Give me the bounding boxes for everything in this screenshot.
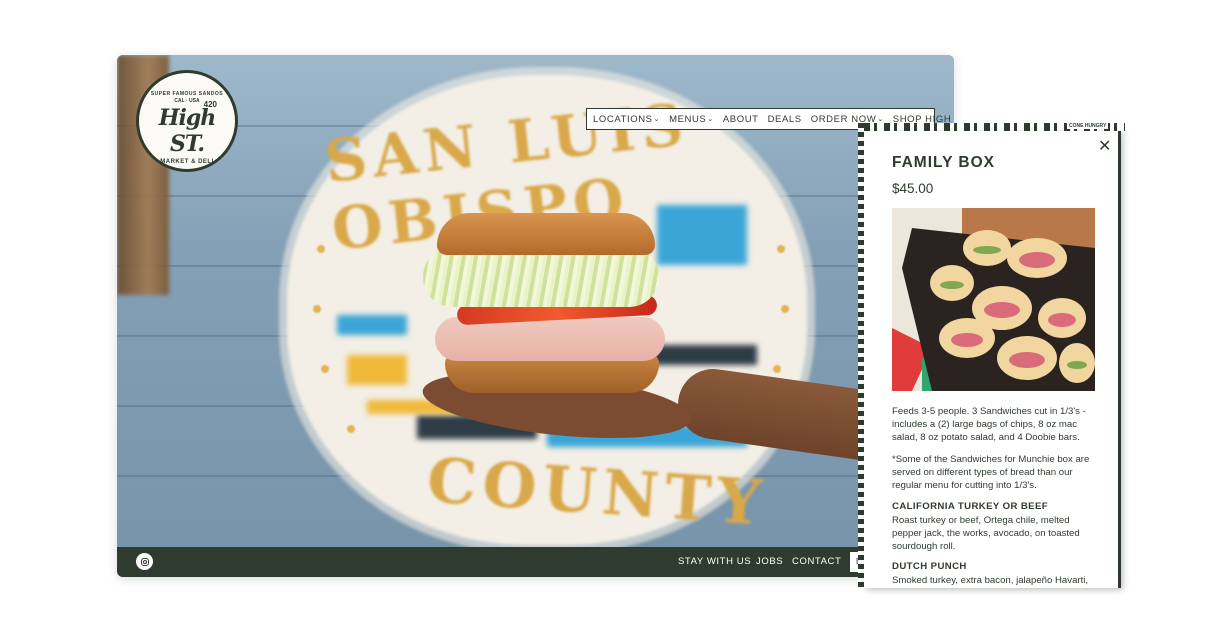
item-description: Roast turkey or beef, Ortega chile, melt…: [892, 515, 1080, 552]
logo-location: CAL · USA: [174, 98, 200, 104]
product-photo: [892, 208, 1095, 391]
chevron-down-icon: ⌄: [653, 116, 661, 123]
nav-label: ABOUT: [722, 113, 759, 125]
product-title: FAMILY BOX: [892, 154, 996, 171]
footer-link-stay-with-us[interactable]: STAY WITH US: [678, 556, 751, 567]
site-logo[interactable]: SUPER FAMOUS SANDOS CAL · USA 420 High S…: [136, 70, 238, 172]
logo-subtitle: MARKET & DELI: [160, 159, 214, 165]
chevron-down-icon: ⌄: [877, 116, 884, 123]
nav-label: MENUS: [669, 113, 707, 125]
nav-label: DEALS: [767, 113, 802, 125]
site-footer: STAY WITH US JOBS CONTACT E: [117, 547, 954, 577]
sandwich-bread-top: [437, 213, 655, 255]
modal-strip-label: CONE HUNGRY: [1067, 123, 1109, 129]
website-window: SAN LUIS OBISPO COUNTY SUPER FAMOUS SAND…: [117, 55, 954, 577]
footer-link-jobs[interactable]: JOBS: [756, 556, 783, 567]
logo-tagline: SUPER FAMOUS SANDOS: [150, 91, 224, 97]
product-price: $45.00: [892, 181, 934, 196]
nav-item-menus[interactable]: MENUS ⌄: [669, 114, 714, 125]
logo-name: High ST.: [158, 105, 217, 157]
logo-number: 420: [203, 100, 217, 109]
product-description: Feeds 3-5 people. 3 Sandwiches cut in 1/…: [892, 406, 1086, 443]
product-modal: ✕ FAMILY BOX $45.00 Feeds 3-5 people. 3 …: [864, 131, 1121, 588]
nav-item-locations[interactable]: LOCATIONS ⌄: [593, 114, 660, 125]
close-icon[interactable]: ✕: [1098, 139, 1111, 155]
product-note: *Some of the Sandwiches for Munchie box …: [892, 454, 1090, 491]
nav-label: LOCATIONS: [593, 113, 653, 125]
sandwich-lettuce: [423, 247, 659, 307]
instagram-icon[interactable]: [136, 553, 153, 570]
chevron-down-icon: ⌄: [707, 116, 714, 123]
nav-item-deals[interactable]: DEALS: [768, 114, 802, 125]
nav-item-about[interactable]: ABOUT: [723, 114, 759, 125]
item-name: DUTCH PUNCH: [892, 561, 967, 572]
footer-link-contact[interactable]: CONTACT: [792, 556, 841, 567]
item-description: Smoked turkey, extra bacon, jalapeño Hav…: [892, 575, 1089, 586]
item-name: CALIFORNIA TURKEY OR BEEF: [892, 501, 1049, 512]
